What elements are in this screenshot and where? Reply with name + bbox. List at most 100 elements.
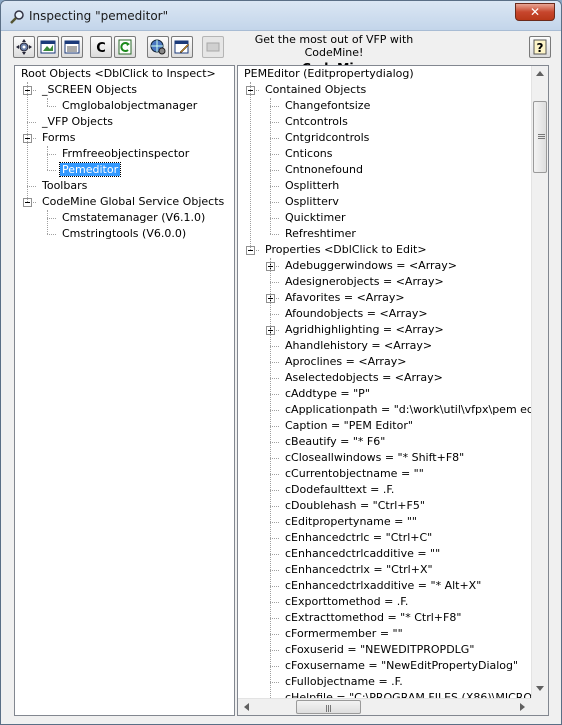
tree-node[interactable]: Toolbars: [40, 178, 89, 194]
tree-node[interactable]: Forms: [40, 130, 77, 146]
title-bar[interactable]: Inspecting "pemeditor" ✕: [1, 1, 561, 31]
tree-node[interactable]: Agridhighlighting = <Array>: [283, 322, 446, 338]
tree-node[interactable]: Caption = "PEM Editor": [283, 418, 415, 434]
tree-node[interactable]: cDoublehash = "Ctrl+F5": [283, 498, 427, 514]
tree-root-node[interactable]: Root Objects <DblClick to Inspect>: [19, 66, 218, 82]
inspector-window: Inspecting "pemeditor" ✕ C Get the most …: [0, 0, 562, 725]
tree-connector: [270, 618, 279, 619]
tree-node-label: Ahandlehistory = <Array>: [285, 339, 433, 352]
vertical-scroll-thumb[interactable]: [533, 100, 547, 173]
tree-connector: [270, 362, 279, 363]
tree-node[interactable]: Contained Objects: [263, 82, 368, 98]
tree-node[interactable]: Cnticons: [283, 146, 335, 162]
properties-tree[interactable]: PEMEditor (Editpropertydialog) Contained …: [237, 65, 549, 716]
tree-node[interactable]: cEnhancedctrlc = "Ctrl+C": [283, 530, 434, 546]
tree-connector: [250, 82, 251, 250]
tree-node[interactable]: Refreshtimer: [283, 226, 358, 242]
tree-node[interactable]: Cmstringtools (V6.0.0): [60, 226, 188, 242]
tree-node[interactable]: cFoxuserid = "NEWEDITPROPDLG": [283, 642, 476, 658]
tree-node[interactable]: cEnhancedctrlx = "Ctrl+X": [283, 562, 435, 578]
tree-node[interactable]: Cntcontrols: [283, 114, 350, 130]
tree-node[interactable]: cCloseallwindows = "* Shift+F8": [283, 450, 466, 466]
tree-node[interactable]: cExtracttomethod = "* Ctrl+F8": [283, 610, 463, 626]
tree-connector: [47, 98, 48, 106]
tree-node[interactable]: Adesignerobjects = <Array>: [283, 274, 446, 290]
window-list-icon: [64, 40, 80, 54]
tree-node[interactable]: Cmstatemanager (V6.1.0): [60, 210, 207, 226]
vertical-scrollbar[interactable]: [531, 66, 548, 698]
tree-node[interactable]: Aselectedobjects = <Array>: [283, 370, 445, 386]
root-objects-tree[interactable]: Root Objects <DblClick to Inspect> _SCREE…: [14, 65, 235, 716]
tree-connector: [27, 122, 36, 123]
tree-node[interactable]: Properties <DblClick to Edit>: [263, 242, 429, 258]
arrow-left-icon: [244, 703, 249, 711]
tree-connector: [270, 474, 279, 475]
tree-node[interactable]: Afavorites = <Array>: [283, 290, 407, 306]
tree-node[interactable]: cBeautify = "* F6": [283, 434, 387, 450]
tree-connector: [270, 682, 279, 683]
tree-root-node[interactable]: PEMEditor (Editpropertydialog): [242, 66, 416, 82]
tree-node[interactable]: Cntgridcontrols: [283, 130, 371, 146]
tree-node[interactable]: Pemeditor: [58, 162, 122, 178]
tree-connector: [270, 506, 279, 507]
tree-node-label: Cmstringtools (V6.0.0): [62, 227, 187, 240]
tree-node-label: cFormermember = "": [285, 627, 403, 640]
tree-node[interactable]: cExporttomethod = .F.: [283, 594, 410, 610]
tree-node[interactable]: Aproclines = <Array>: [283, 354, 408, 370]
tree-connector: [270, 234, 279, 235]
tree-node[interactable]: Ahandlehistory = <Array>: [283, 338, 434, 354]
tree-node-label: cExporttomethod = .F.: [285, 595, 409, 608]
refresh-c-button[interactable]: [114, 36, 136, 58]
tree-node[interactable]: cDodefaulttext = .F.: [283, 482, 396, 498]
tree-node[interactable]: cCurrentobjectname = "": [283, 466, 426, 482]
tree-node[interactable]: cFoxusername = "NewEditPropertyDialog": [283, 658, 520, 674]
tree-node[interactable]: CodeMine Global Service Objects: [40, 194, 226, 210]
tree-node-label: Cmglobalobjectmanager: [62, 99, 198, 112]
tree-node-label: Cnticons: [285, 147, 333, 160]
gear-move-button[interactable]: [13, 36, 35, 58]
tree-node[interactable]: Cmglobalobjectmanager: [60, 98, 199, 114]
disabled-tool-button[interactable]: [202, 36, 224, 58]
tree-node[interactable]: cFormermember = "": [283, 626, 405, 642]
tree-node-label: cFullobjectname = .F.: [285, 675, 403, 688]
close-button[interactable]: ✕: [515, 3, 555, 21]
window-title: Inspecting "pemeditor": [29, 9, 169, 23]
tree-node[interactable]: cFullobjectname = .F.: [283, 674, 405, 690]
form-edit-button[interactable]: [171, 36, 193, 58]
tree-node[interactable]: Adebuggerwindows = <Array>: [283, 258, 459, 274]
tree-node[interactable]: cApplicationpath = "d:\work\util\vfpx\pe…: [283, 402, 531, 418]
tree-node[interactable]: cEditpropertyname = "": [283, 514, 419, 530]
scroll-up-button[interactable]: [532, 66, 548, 83]
tree-connector: [270, 282, 279, 283]
toolbar: C Get the most out of VFP with CodeMine!…: [1, 31, 561, 75]
tree-node[interactable]: Osplitterh: [283, 178, 341, 194]
form-image-button[interactable]: [37, 36, 59, 58]
tree-node[interactable]: Quicktimer: [283, 210, 347, 226]
globe-gear-button[interactable]: [147, 36, 169, 58]
arrow-up-icon: [536, 71, 544, 76]
tree-node[interactable]: Afoundobjects = <Array>: [283, 306, 430, 322]
scroll-left-button[interactable]: [238, 699, 255, 715]
horizontal-scroll-thumb[interactable]: [296, 700, 362, 714]
tree-node[interactable]: Frmfreeobjectinspector: [60, 146, 191, 162]
help-button[interactable]: ?: [529, 36, 551, 58]
tree-node-label: cApplicationpath = "d:\work\util\vfpx\pe…: [285, 403, 531, 416]
tree-node[interactable]: _SCREEN Objects: [40, 82, 139, 98]
letter-c-button[interactable]: C: [90, 36, 112, 58]
tree-node[interactable]: Osplitterv: [283, 194, 341, 210]
window-list-button[interactable]: [61, 36, 83, 58]
tree-node[interactable]: cEnhancedctrlxadditive = "* Alt+X": [283, 578, 483, 594]
tree-node[interactable]: _VFP Objects: [40, 114, 115, 130]
scroll-right-button[interactable]: [514, 699, 531, 715]
horizontal-scrollbar[interactable]: [238, 698, 531, 715]
tree-node[interactable]: Cntnonefound: [283, 162, 365, 178]
tree-connector: [270, 554, 279, 555]
letter-c-glyph: C: [96, 41, 106, 55]
tree-node[interactable]: cEnhancedctrlcadditive = "": [283, 546, 442, 562]
tree-node[interactable]: Changefontsize: [283, 98, 372, 114]
tree-node[interactable]: cHelpfile = "C:\PROGRAM FILES (X86)\MICR…: [283, 690, 531, 698]
globe-gear-icon: [150, 39, 166, 55]
tree-node[interactable]: cAddtype = "P": [283, 386, 372, 402]
tree-node-label: Cntgridcontrols: [285, 131, 370, 144]
scroll-down-button[interactable]: [532, 681, 548, 698]
